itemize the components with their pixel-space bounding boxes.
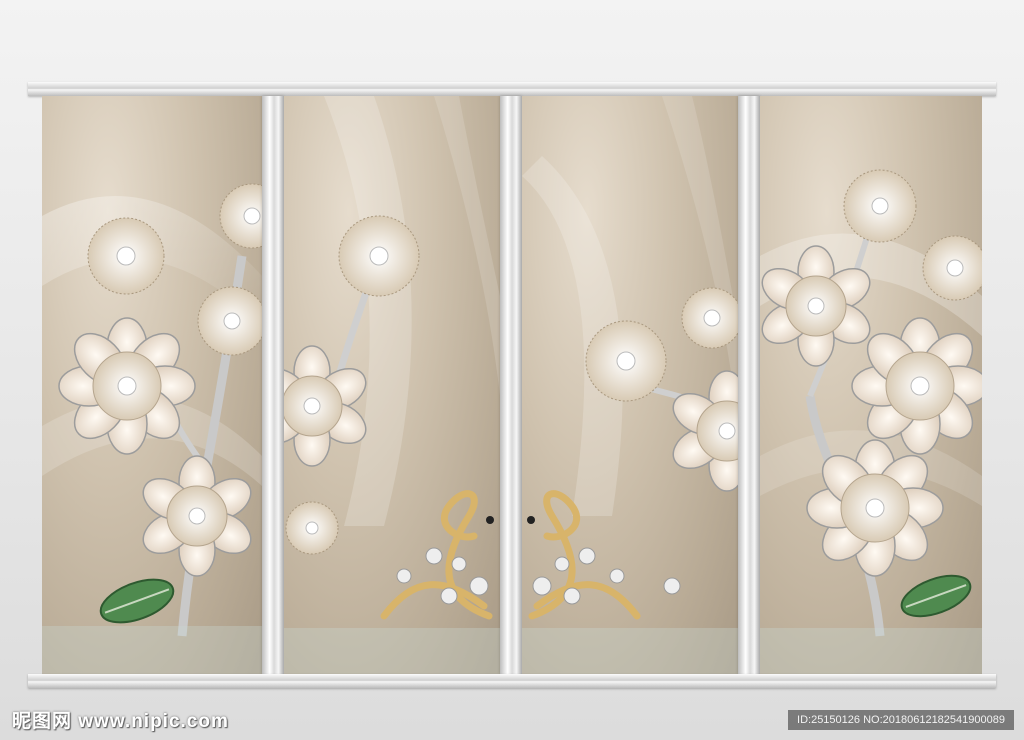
window-frame (28, 82, 996, 688)
panel-1 (42, 96, 262, 674)
green-leaf (900, 574, 972, 618)
frame-top-rail (28, 82, 996, 96)
panel-4 (760, 96, 982, 674)
site-watermark: 昵图网 www.nipic.com (12, 711, 229, 732)
panel-3-art (522, 96, 738, 674)
frame-post-2 (500, 96, 522, 674)
panel-4-art (760, 169, 982, 674)
id-watermark: ID:25150126 NO:20180612182541900089 (788, 710, 1014, 730)
green-leaf (99, 578, 175, 624)
panel-3 (522, 96, 738, 674)
panel-1-art (42, 183, 262, 674)
panel-2-art (284, 96, 500, 674)
frame-bottom-rail (28, 674, 996, 688)
frame-post-1 (262, 96, 284, 674)
frame-post-3 (738, 96, 760, 674)
panel-2 (284, 96, 500, 674)
pearl-flower-large (58, 317, 196, 455)
